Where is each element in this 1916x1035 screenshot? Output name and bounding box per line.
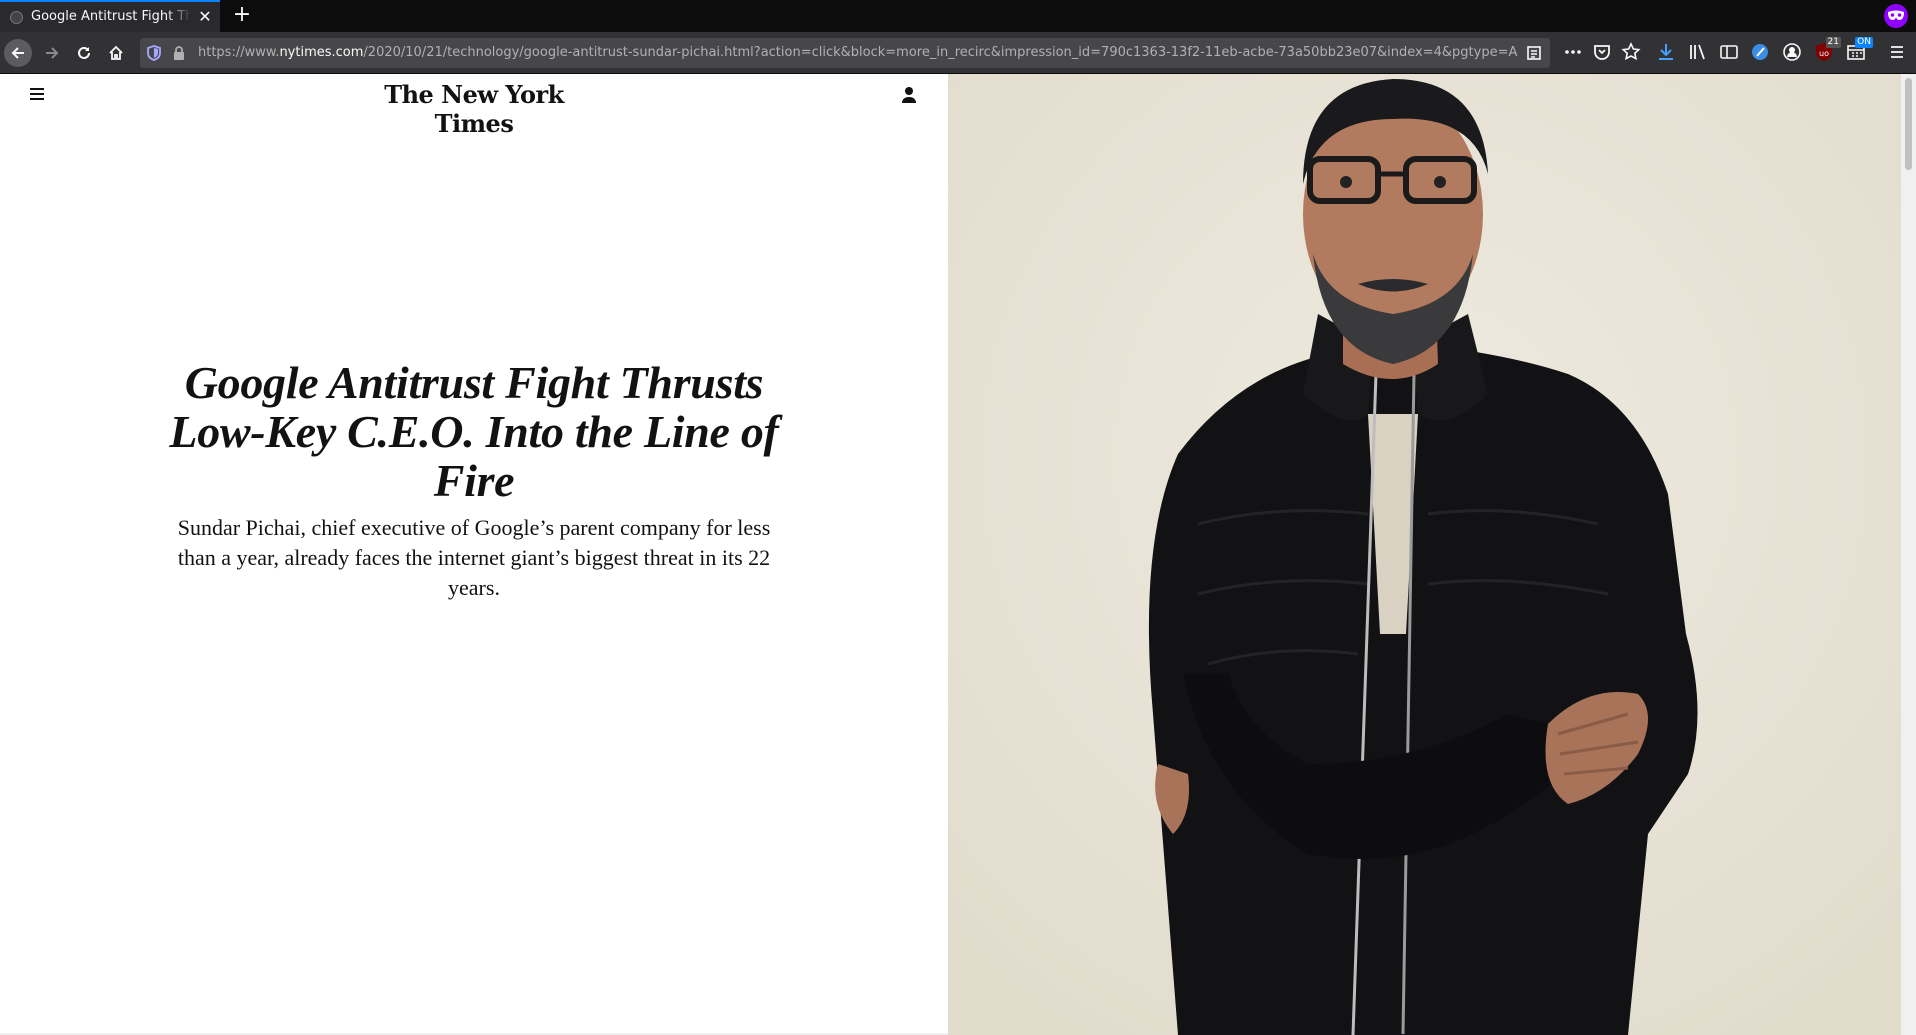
url-host: nytimes.com <box>279 45 364 60</box>
url-path: /2020/10/21/technology/google-antitrust-… <box>363 45 1518 60</box>
lock-icon[interactable] <box>172 45 186 61</box>
downloads-button[interactable] <box>1655 41 1677 63</box>
star-icon <box>1621 42 1641 61</box>
page-scrollbar[interactable] <box>1901 74 1916 1035</box>
site-logo[interactable]: The New York Times <box>374 80 574 138</box>
portrait-photo-illustration <box>948 74 1901 1035</box>
app-menu-button[interactable] <box>1886 41 1908 63</box>
navigation-toolbar: https://www.nytimes.com/2020/10/21/techn… <box>0 32 1916 74</box>
home-button[interactable] <box>102 39 130 67</box>
active-tab[interactable]: Google Antitrust Fight Thrusts Low-Key C… <box>0 0 220 32</box>
reader-view-icon[interactable] <box>1526 45 1542 61</box>
download-arrow-icon <box>1659 44 1673 60</box>
pocket-button[interactable] <box>1591 41 1613 63</box>
article-summary: Sundar Pichai, chief executive of Google… <box>177 515 771 600</box>
extension-blue-button[interactable] <box>1749 41 1771 63</box>
reload-button[interactable] <box>70 39 98 67</box>
home-icon <box>109 45 123 60</box>
pocket-icon <box>1594 45 1610 60</box>
sidebar-button[interactable] <box>1718 41 1740 63</box>
library-button[interactable] <box>1687 41 1709 63</box>
close-tab-icon[interactable]: ✕ <box>196 8 214 26</box>
tracking-protection-shield-icon[interactable] <box>146 45 162 61</box>
sidebar-icon <box>1720 45 1738 59</box>
svg-text:uo: uo <box>1819 49 1829 58</box>
new-tab-button[interactable]: + <box>230 4 254 28</box>
article-headline: Google Antitrust Fight Thrusts Low-Key C… <box>169 357 779 506</box>
forward-button[interactable] <box>38 39 66 67</box>
bookmark-star-button[interactable] <box>1620 41 1642 63</box>
tab-strip: Google Antitrust Fight Thrusts Low-Key C… <box>0 0 1916 32</box>
account-circle-icon <box>1783 43 1801 61</box>
ublock-count-badge: 21 <box>1825 37 1841 48</box>
forward-arrow-icon <box>46 47 59 59</box>
reload-icon <box>78 46 90 59</box>
private-browsing-icon <box>1884 4 1908 28</box>
url-text[interactable]: https://www.nytimes.com/2020/10/21/techn… <box>198 45 1518 60</box>
url-prefix: https://www. <box>198 45 280 60</box>
toggle-extension-button[interactable]: ON <box>1845 37 1873 63</box>
more-dots-icon <box>1565 50 1581 54</box>
account-extension-button[interactable] <box>1781 41 1803 63</box>
user-account-icon[interactable] <box>900 86 918 104</box>
hamburger-menu-icon <box>1891 46 1903 58</box>
feather-extension-icon <box>1752 44 1768 60</box>
scrollbar-thumb[interactable] <box>1905 78 1912 170</box>
library-icon <box>1690 44 1705 60</box>
lead-photo <box>948 74 1901 1035</box>
tab-title: Google Antitrust Fight Thrusts Low-Key C… <box>31 9 191 24</box>
site-menu-icon[interactable] <box>28 87 46 101</box>
back-button[interactable] <box>4 39 32 67</box>
ublock-origin-button[interactable]: uo 21 <box>1813 37 1841 63</box>
back-arrow-icon <box>11 47 24 59</box>
site-favicon-icon <box>10 11 23 24</box>
extension-on-badge: ON <box>1855 37 1873 48</box>
address-bar[interactable]: https://www.nytimes.com/2020/10/21/techn… <box>140 38 1550 68</box>
page-actions-button[interactable] <box>1562 41 1584 63</box>
